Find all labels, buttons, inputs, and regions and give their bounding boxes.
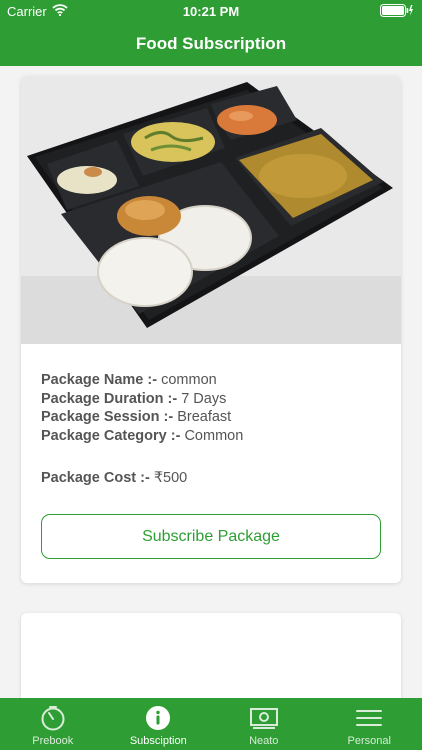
package-cost-label: Package Cost :- xyxy=(41,470,150,486)
package-cost-row: Package Cost :- ₹500 xyxy=(41,469,381,488)
food-tray-photo xyxy=(21,76,401,344)
stopwatch-icon xyxy=(41,706,65,731)
package-session-label: Package Session :- xyxy=(41,409,174,425)
tab-personal-label: Personal xyxy=(347,735,391,747)
tab-neato-label: Neato xyxy=(249,735,279,747)
battery-icon xyxy=(380,4,413,17)
package-name-value: common xyxy=(157,372,217,388)
package-duration-label: Package Duration :- xyxy=(41,390,178,407)
tab-prebook[interactable]: Prebook xyxy=(0,698,106,750)
status-bar: Carrier 10:21 PM xyxy=(0,0,422,22)
tab-subscription-label: Subsciption xyxy=(129,735,187,747)
package-cost-value: ₹500 xyxy=(149,470,188,486)
package-category-row: Package Category :- Common xyxy=(41,427,381,446)
package-card: Package Name :- common Package Duration … xyxy=(21,76,401,583)
info-icon xyxy=(146,706,171,730)
package-category-value: Common xyxy=(180,427,244,444)
app-header: Carrier 10:21 PM Food Subscription xyxy=(0,0,422,66)
subscribe-package-button[interactable]: Subscribe Package xyxy=(41,514,381,559)
package-details: Package Name :- common Package Duration … xyxy=(41,371,381,488)
package-name-label: Package Name :- xyxy=(41,372,158,388)
package-category-label: Package Category :- xyxy=(41,427,181,444)
tab-neato[interactable]: Neato xyxy=(211,698,317,750)
tab-bar: Prebook Subsciption Neato Personal xyxy=(0,698,422,750)
cash-icon xyxy=(249,708,278,729)
tab-personal[interactable]: Personal xyxy=(317,698,422,750)
package-session-row: Package Session :- Breafast xyxy=(41,408,381,427)
menu-icon xyxy=(356,710,383,726)
status-time: 10:21 PM xyxy=(182,4,240,19)
package-name-row: Package Name :- common xyxy=(41,371,381,390)
page-title: Food Subscription xyxy=(135,34,287,53)
tab-subscription[interactable]: Subsciption xyxy=(106,698,212,750)
tab-prebook-label: Prebook xyxy=(32,735,74,747)
package-duration-value: 7 Days xyxy=(177,390,227,407)
package-duration-row: Package Duration :- 7 Days xyxy=(41,390,381,409)
package-session-value: Breafast xyxy=(173,409,232,425)
